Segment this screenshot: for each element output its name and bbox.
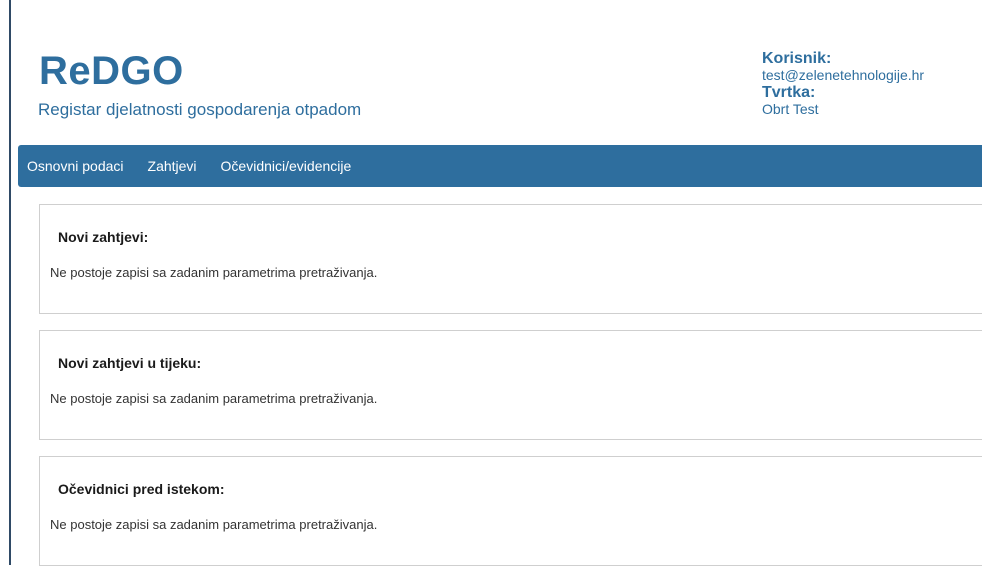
panel-title: Očevidnici pred istekom: <box>58 481 225 497</box>
nav-item-ocevidnici[interactable]: Očevidnici/evidencije <box>212 145 352 187</box>
nav-item-osnovni-podaci[interactable]: Osnovni podaci <box>18 145 124 187</box>
panel-title: Novi zahtjevi: <box>58 229 149 245</box>
panel-new-requests: Novi zahtjevi: Ne postoje zapisi sa zada… <box>39 204 982 314</box>
panel-requests-in-progress: Novi zahtjevi u tijeku: Ne postoje zapis… <box>39 330 982 440</box>
user-label: Korisnik: <box>762 50 832 67</box>
empty-message: Ne postoje zapisi sa zadanim parametrima… <box>50 391 378 406</box>
panel-title: Novi zahtjevi u tijeku: <box>58 355 202 371</box>
page-left-border <box>9 0 11 565</box>
empty-message: Ne postoje zapisi sa zadanim parametrima… <box>50 265 378 280</box>
user-email: test@zelenetehnologije.hr <box>762 67 925 83</box>
main-navigation: Osnovni podaci Zahtjevi Očevidnici/evide… <box>18 145 982 187</box>
app-subtitle: Registar djelatnosti gospodarenja otpado… <box>38 100 362 119</box>
user-info: Korisnik: test@zelenetehnologije.hr Tvrt… <box>762 50 982 118</box>
company-label: Tvrtka: <box>762 84 816 101</box>
panel-expiring-records: Očevidnici pred istekom: Ne postoje zapi… <box>39 456 982 566</box>
app-title[interactable]: ReDGO <box>39 47 184 95</box>
nav-item-zahtjevi[interactable]: Zahtjevi <box>139 145 197 187</box>
empty-message: Ne postoje zapisi sa zadanim parametrima… <box>50 517 378 532</box>
company-name: Obrt Test <box>762 101 819 117</box>
